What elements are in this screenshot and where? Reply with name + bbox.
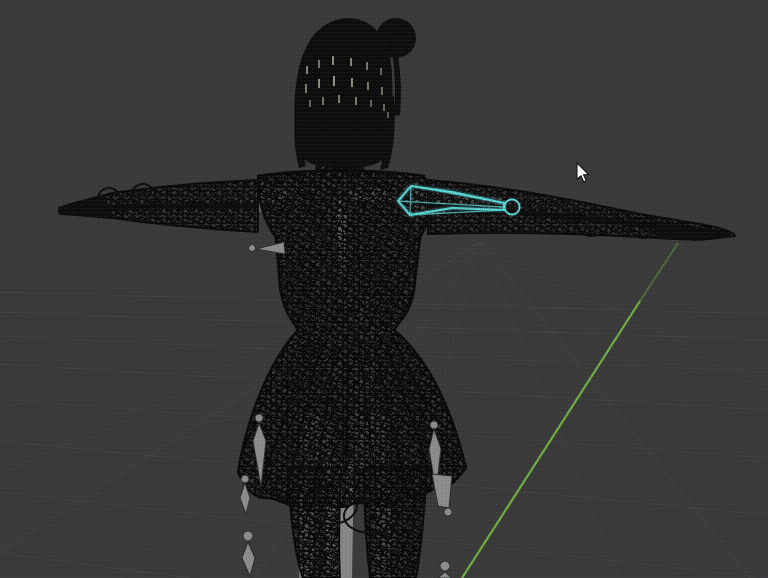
- 3d-viewport[interactable]: [0, 0, 768, 578]
- viewport-canvas[interactable]: [0, 0, 768, 578]
- dither-overlay: [0, 0, 768, 578]
